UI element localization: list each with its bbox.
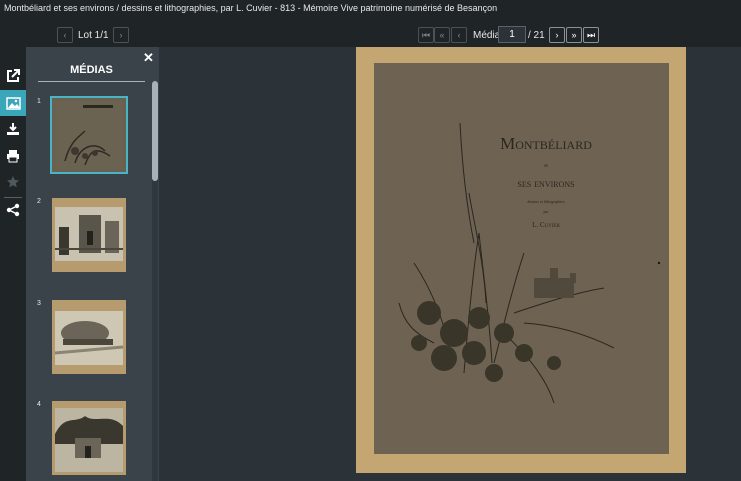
thumbnail-number: 1 [37, 98, 41, 105]
star-icon [7, 176, 19, 188]
window-title: Montbéliard et ses environs / dessins et… [0, 0, 741, 22]
thumbnail-3[interactable] [52, 300, 126, 374]
cover-by: par [543, 209, 549, 214]
share-icon [6, 203, 20, 217]
page-image[interactable]: Montbéliard et ses environs dessins et l… [356, 47, 686, 473]
cover-title: Montbéliard [500, 134, 592, 153]
next-jump-button[interactable]: » [566, 27, 582, 43]
share-button[interactable] [0, 197, 26, 223]
image-icon [5, 96, 21, 110]
print-icon [7, 150, 19, 163]
thumbnail-number: 3 [37, 300, 41, 307]
last-media-button[interactable]: ⏭ [583, 27, 599, 43]
next-media-button[interactable]: › [549, 27, 565, 43]
media-panel-button[interactable] [0, 90, 26, 116]
media-label: Média [473, 30, 501, 41]
download-button[interactable] [0, 116, 26, 142]
cover-subtitle: dessins et lithographies [527, 199, 565, 204]
cover-subtitle-title: ses environs [517, 176, 574, 190]
landscape-image [55, 311, 123, 365]
download-icon [7, 123, 19, 135]
total-media-count: / 21 [528, 30, 545, 41]
thumbnail-1[interactable] [50, 96, 128, 174]
scrollbar-thumb[interactable] [152, 81, 158, 181]
street-scene-image [55, 207, 123, 261]
panel-title: MÉDIAS [70, 64, 113, 76]
panel-divider [38, 81, 145, 82]
media-panel: ✕ MÉDIAS 1 2 3 4 [26, 47, 159, 481]
previous-media-button[interactable]: ‹ [451, 27, 467, 43]
first-media-button[interactable]: ⏮ [418, 27, 434, 43]
cover-illustration: Montbéliard et ses environs dessins et l… [374, 63, 669, 454]
cover-thumbnail-image [55, 101, 123, 169]
cover-conjunction: et [544, 164, 548, 169]
panel-scrollbar[interactable] [152, 81, 158, 481]
book-cover: Montbéliard et ses environs dessins et l… [374, 63, 669, 454]
thumbnail-number: 4 [37, 401, 41, 408]
page-number-input[interactable] [498, 26, 526, 43]
document-viewer[interactable]: Montbéliard et ses environs dessins et l… [159, 47, 741, 481]
print-button[interactable] [0, 143, 26, 169]
prev-lot-button[interactable]: ‹ [57, 27, 73, 43]
toolbar: ‹ Lot 1/1 › ⏮ « ‹ Média / 21 › » ⏭ [0, 22, 741, 47]
left-toolbar [0, 47, 26, 481]
previous-jump-button[interactable]: « [434, 27, 450, 43]
thumbnail-4[interactable] [52, 401, 126, 475]
village-image [55, 408, 123, 472]
open-external-button[interactable] [0, 63, 26, 89]
page-mark [657, 261, 661, 265]
thumbnail-number: 2 [37, 198, 41, 205]
next-lot-button[interactable]: › [113, 27, 129, 43]
cover-author: L. Cuvier [532, 221, 560, 229]
thumbnail-2[interactable] [52, 198, 126, 272]
external-link-icon [7, 69, 20, 82]
favorite-button[interactable] [0, 169, 26, 195]
lot-label: Lot 1/1 [78, 30, 109, 41]
